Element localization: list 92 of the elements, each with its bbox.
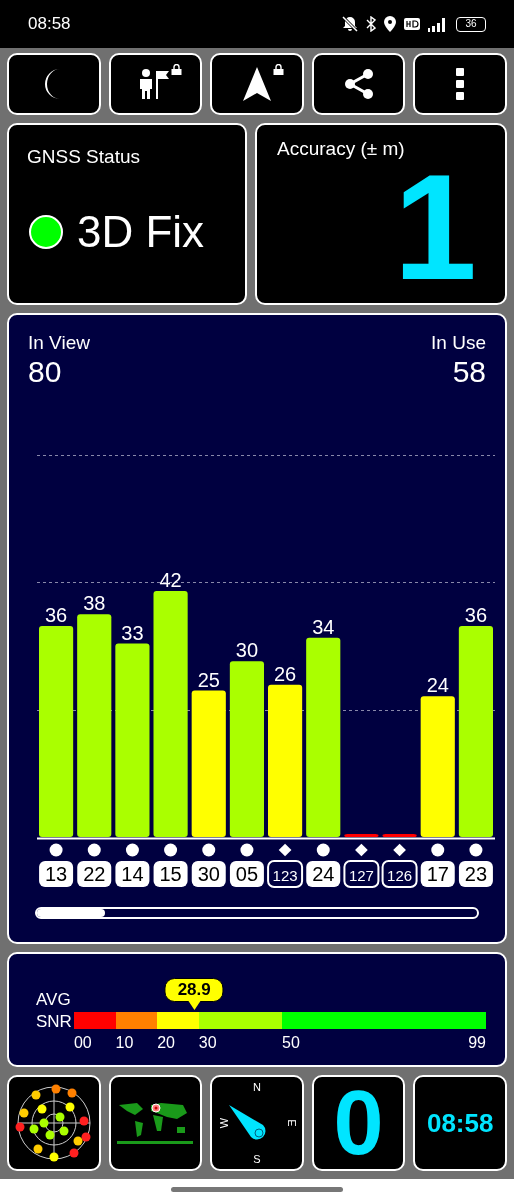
satellite-id: 13 <box>39 861 74 887</box>
scale-tick-label: 00 <box>73 1033 92 1053</box>
circle-marker-icon <box>431 843 445 857</box>
toolbar-button[interactable] <box>311 53 406 115</box>
avg-label: AVG <box>36 989 72 1011</box>
x-tick-label: 24 <box>312 863 335 885</box>
satellite-id: 24 <box>306 861 341 887</box>
scale-tick-label: 10 <box>115 1033 134 1053</box>
in-use-count: 58 <box>452 355 486 389</box>
toolbar-button[interactable] <box>108 53 203 115</box>
satellite-id: 127 <box>343 860 380 888</box>
location-pin-icon <box>384 16 396 32</box>
circle-marker-icon <box>164 843 178 857</box>
signal-bar <box>382 834 417 837</box>
x-tick-label: 14 <box>121 863 144 885</box>
circle-marker-icon <box>125 843 139 857</box>
in-view-label: In View <box>28 331 90 355</box>
x-tick-label: 30 <box>197 863 220 885</box>
bar-value-label: 26 <box>273 662 297 685</box>
circle-marker-icon <box>240 843 254 857</box>
more-icon <box>456 68 465 100</box>
satellite-id: 05 <box>229 861 264 887</box>
accuracy-value: 1 <box>393 161 477 292</box>
sky-plot-tile[interactable] <box>7 1075 101 1171</box>
lock-icon <box>171 64 183 75</box>
toolbar-button[interactable] <box>7 53 101 115</box>
card-title: Accuracy (± m) <box>277 137 406 161</box>
bar-value-label: 25 <box>197 668 220 691</box>
compass-west: W <box>216 1117 231 1129</box>
snr-label: SNR <box>36 1011 72 1033</box>
navigation-arrow-icon <box>243 67 271 101</box>
compass-south: S <box>253 1151 261 1167</box>
circle-marker-icon <box>202 843 216 857</box>
count-value: 0 <box>333 1078 384 1168</box>
in-use-label: In Use <box>431 331 486 355</box>
card-title: GNSS Status <box>27 145 141 169</box>
diamond-marker-icon <box>278 843 292 857</box>
compass-north: N <box>253 1080 261 1095</box>
bell-off-icon <box>342 16 358 32</box>
x-tick-label: 05 <box>235 863 259 885</box>
hd-icon <box>404 18 420 30</box>
satellite-id: 17 <box>420 861 455 887</box>
satellite-id: 22 <box>77 861 112 887</box>
compass-tile[interactable]: N E S W <box>210 1075 304 1171</box>
circle-marker-icon <box>49 843 63 857</box>
bar-value-label: 36 <box>464 604 488 627</box>
world-map-tile[interactable] <box>108 1075 203 1171</box>
clock-value: 08:58 <box>426 1106 494 1140</box>
scale-tick-label: 20 <box>157 1033 175 1053</box>
signal-bar <box>344 834 379 837</box>
bar-value-label: 24 <box>426 674 449 697</box>
fix-status: 3D Fix <box>77 209 205 254</box>
circle-marker-icon <box>469 843 483 857</box>
x-tick-label: 22 <box>83 863 106 885</box>
status-time: 08:58 <box>28 13 71 36</box>
diamond-marker-icon <box>393 843 406 857</box>
lock-icon <box>272 64 284 75</box>
bar-value-label: 30 <box>235 639 259 662</box>
satellite-id: 126 <box>381 860 418 888</box>
circle-marker-icon <box>87 843 101 857</box>
diamond-marker-icon <box>355 843 368 857</box>
bar-value-label: 42 <box>159 568 182 591</box>
satellite-id: 123 <box>267 860 304 888</box>
bar-value-label: 33 <box>121 621 144 644</box>
bluetooth-icon <box>366 16 376 32</box>
satellite-id: 14 <box>115 861 150 887</box>
share-icon <box>343 68 374 100</box>
bar-value-label: 36 <box>44 604 68 627</box>
x-tick-label: 13 <box>44 863 68 885</box>
in-view-count: 80 <box>28 355 63 389</box>
scale-tick-label: 30 <box>198 1033 217 1053</box>
scale-tick-label: 50 <box>282 1033 300 1053</box>
toolbar-button[interactable] <box>210 53 304 115</box>
compass-east: E <box>284 1119 299 1127</box>
x-tick-label: 123 <box>272 867 298 884</box>
toolbar-button[interactable] <box>413 53 507 115</box>
clock-tile[interactable]: 08:58 <box>413 1075 507 1171</box>
circle-marker-icon <box>316 843 330 857</box>
scale-tick-label: 99 <box>468 1033 486 1053</box>
x-tick-label: 15 <box>159 863 182 885</box>
bar-value-label: 38 <box>83 592 106 615</box>
x-tick-label: 17 <box>426 863 449 885</box>
bar-value-label: 34 <box>312 615 335 638</box>
satellite-id: 23 <box>458 861 493 887</box>
x-tick-label: 23 <box>464 863 488 885</box>
x-tick-label: 126 <box>387 867 413 884</box>
signal-icon <box>428 16 448 32</box>
satellite-id: 30 <box>191 861 226 887</box>
satellite-id: 15 <box>153 861 188 887</box>
x-tick-label: 127 <box>348 867 374 884</box>
battery-icon: 36 <box>456 16 486 32</box>
count-tile[interactable]: 0 <box>311 1075 406 1171</box>
